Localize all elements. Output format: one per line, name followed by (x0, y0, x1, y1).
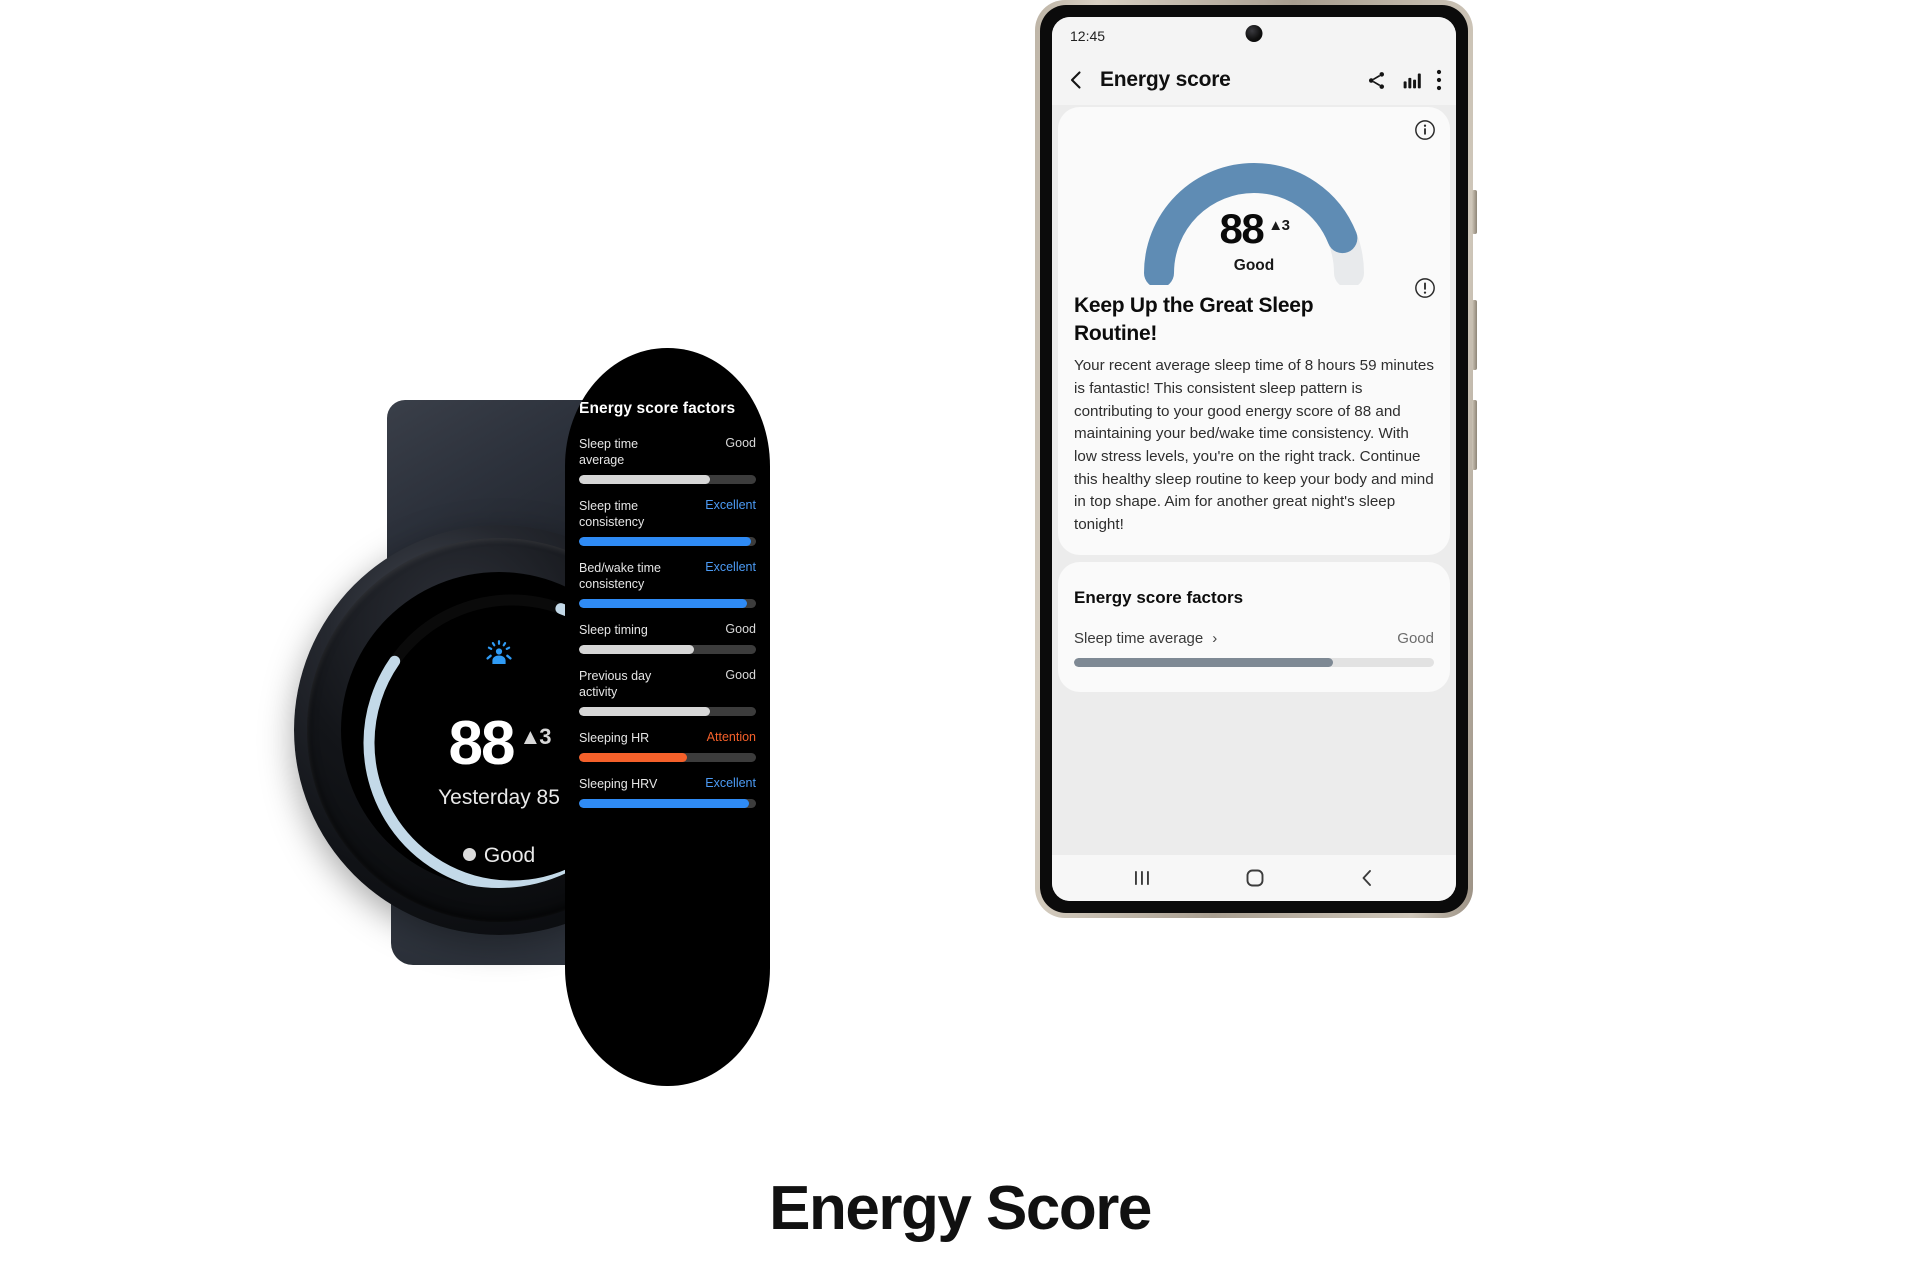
watch-factor-status: Excellent (705, 560, 756, 574)
watch-factor-status: Good (725, 622, 756, 636)
phone-side-button-3[interactable] (1472, 400, 1477, 470)
watch-factor-row: Previous day activity Good (579, 668, 756, 700)
chevron-right-icon: › (1212, 629, 1218, 647)
watch-factor-progress-fill (579, 753, 687, 762)
phone-frame: 12:45 Energy score 88 ▲3 Good Keep Up th… (1035, 0, 1477, 918)
watch-score-delta: ▲3 (519, 724, 551, 749)
watch-factor-item[interactable]: Sleeping HRV Excellent (579, 776, 756, 808)
app-header: Energy score (1052, 55, 1456, 105)
watch-factor-name: Sleeping HRV (579, 777, 658, 791)
watch-factor-item[interactable]: Sleep time average Good (579, 436, 756, 484)
android-nav-bar (1052, 855, 1456, 901)
gauge-score-delta: ▲3 (1268, 217, 1290, 234)
watch-factor-progress-fill (579, 475, 710, 484)
watch-factor-progress-track (579, 645, 756, 654)
watch-factor-status: Good (725, 436, 756, 450)
page-title: Energy score (1100, 68, 1231, 91)
watch-factor-progress-fill (579, 707, 710, 716)
scroll-content[interactable]: 88 ▲3 Good Keep Up the Great Sleep Routi… (1052, 105, 1456, 855)
factor-progress-track (1074, 657, 1434, 667)
status-bar-time: 12:45 (1070, 28, 1106, 44)
watch-factor-row: Sleep time consistency Excellent (579, 498, 756, 530)
watch-factor-row: Sleeping HR Attention (579, 730, 756, 746)
watch-factors-title: Energy score factors (579, 400, 736, 417)
status-bar: 12:45 (1052, 17, 1456, 55)
energy-gauge: 88 ▲3 Good (1074, 117, 1434, 292)
insight-body: Your recent average sleep time of 8 hour… (1074, 357, 1434, 533)
watch-factors-list: Sleep time average Good Sleep time consist… (579, 436, 756, 808)
watch-factor-progress-fill (579, 537, 751, 546)
watch-factor-name: Sleeping HR (579, 731, 650, 745)
watch-factor-row: Sleep time average Good (579, 436, 756, 468)
watch-factor-item[interactable]: Previous day activity Good (579, 668, 756, 716)
phone-side-button-2[interactable] (1472, 300, 1477, 370)
watch-factor-progress-track (579, 475, 756, 484)
factor-row-sleep-time-average[interactable]: Sleep time average › Good (1074, 630, 1434, 647)
recents-icon[interactable] (1132, 869, 1152, 887)
watch-factor-progress-fill (579, 645, 695, 654)
watch-factor-name: Sleep timing (579, 623, 648, 637)
watch-factor-item[interactable]: Sleeping HR Attention (579, 730, 756, 762)
watch-factors-panel[interactable]: Energy score factors Sleep time average G… (565, 348, 770, 1086)
status-dot-icon (462, 848, 476, 861)
watch-factor-name: Sleep time consistency (579, 499, 645, 529)
nav-back-icon[interactable] (1358, 868, 1376, 888)
smartphone-device: 12:45 Energy score 88 ▲3 Good Keep Up th… (1035, 0, 1477, 918)
phone-side-button-1[interactable] (1472, 190, 1477, 234)
watch-factor-status: Good (725, 668, 756, 682)
phone-bezel: 12:45 Energy score 88 ▲3 Good Keep Up th… (1040, 5, 1468, 913)
watch-factor-row: Sleeping HRV Excellent (579, 776, 756, 792)
watch-factor-progress-fill (579, 599, 748, 608)
promo-caption: Energy Score (769, 1174, 1152, 1243)
energy-score-card: 88 ▲3 Good Keep Up the Great Sleep Routi… (1058, 107, 1450, 555)
factor-name: Sleep time average (1074, 629, 1204, 647)
front-camera-icon (1245, 25, 1263, 42)
watch-factor-progress-track (579, 799, 756, 808)
promo-canvas: 88 ▲3 Yesterday 85 Good Energy score fact… (0, 0, 1920, 1280)
watch-factor-item[interactable]: Sleep timing Good (579, 622, 756, 654)
back-icon[interactable] (1066, 69, 1086, 91)
watch-factor-name: Previous day activity (579, 669, 652, 699)
phone-screen[interactable]: 12:45 Energy score 88 ▲3 Good Keep Up th… (1052, 17, 1456, 901)
watch-factor-progress-track (579, 599, 756, 608)
watch-factor-progress-track (579, 707, 756, 716)
alert-circle-icon[interactable] (1414, 277, 1436, 304)
overflow-menu-icon[interactable] (1436, 69, 1442, 91)
watch-status-label: Good (483, 844, 536, 867)
watch-factor-status: Excellent (705, 776, 756, 790)
factor-status: Good (1397, 629, 1434, 647)
gauge-status-label: Good (1233, 257, 1275, 274)
watch-factor-row: Sleep timing Good (579, 622, 756, 638)
watch-factor-item[interactable]: Bed/wake time consistency Excellent (579, 560, 756, 608)
watch-factor-progress-fill (579, 799, 749, 808)
watch-factor-row: Bed/wake time consistency Excellent (579, 560, 756, 592)
bar-chart-icon[interactable] (1401, 70, 1422, 91)
insight-heading: Keep Up the Great Sleep Routine! (1074, 294, 1314, 345)
home-icon[interactable] (1245, 868, 1265, 888)
share-icon[interactable] (1366, 70, 1387, 91)
watch-factor-progress-track (579, 753, 756, 762)
watch-factor-item[interactable]: Sleep time consistency Excellent (579, 498, 756, 546)
factors-section-title: Energy score factors (1074, 587, 1244, 607)
gauge-score-value: 88 (1219, 205, 1265, 252)
factors-card: Energy score factors Sleep time average … (1058, 561, 1450, 692)
watch-factor-status: Excellent (705, 498, 756, 512)
watch-factor-status: Attention (706, 730, 756, 744)
gauge-score: 88 ▲3 (1074, 205, 1434, 253)
factor-progress-fill (1074, 657, 1334, 667)
watch-factor-name: Bed/wake time consistency (579, 561, 661, 591)
watch-factor-progress-track (579, 537, 756, 546)
watch-score-value: 88 (448, 709, 516, 778)
watch-factor-name: Sleep time average (579, 437, 639, 467)
